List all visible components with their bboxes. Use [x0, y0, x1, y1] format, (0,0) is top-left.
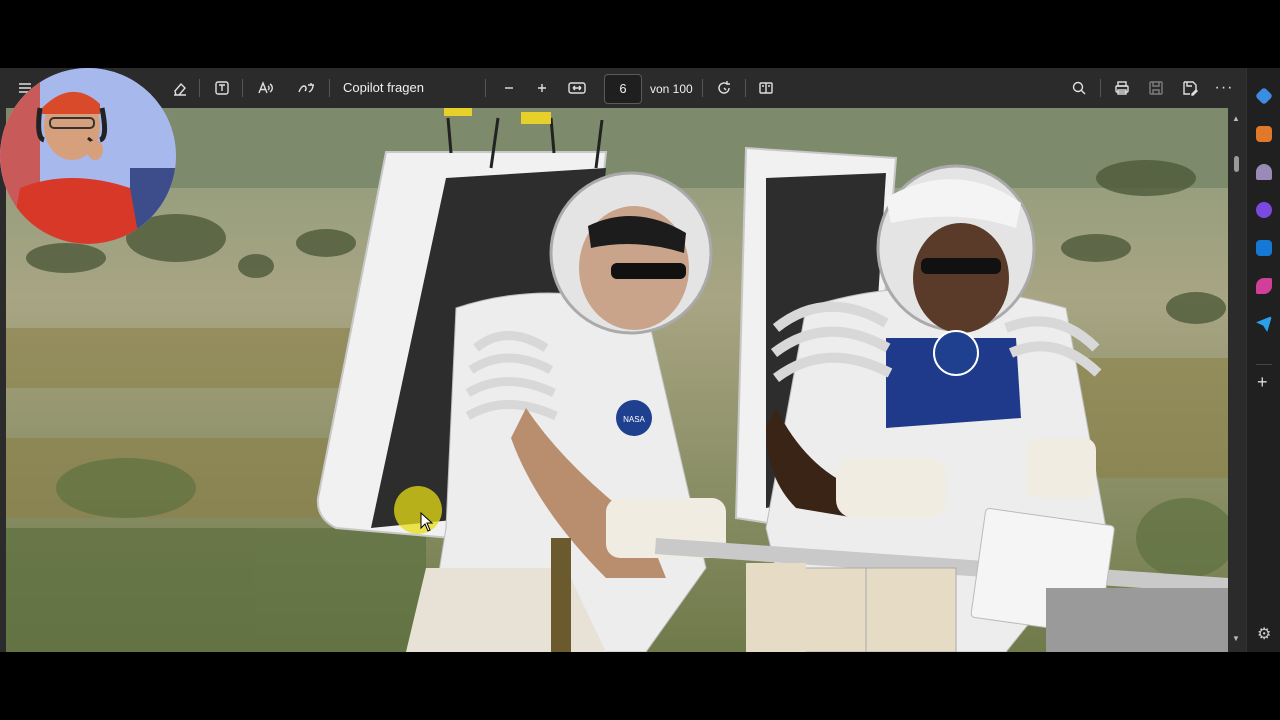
astronauts-photo: NASA	[6, 108, 1228, 652]
tag-icon[interactable]	[1254, 86, 1274, 106]
webcam-overlay	[0, 68, 176, 244]
nasa-badge-text: NASA	[623, 415, 645, 424]
mouse-cursor-icon	[420, 512, 434, 532]
toolbar-divider	[242, 79, 243, 97]
pdf-viewer-window: Copilot fragen 6 von 100 ··· NASA ▲ ▼ + …	[0, 68, 1280, 652]
eraser-icon[interactable]	[168, 74, 192, 102]
translate-icon[interactable]	[295, 74, 319, 102]
page-view-icon[interactable]	[754, 74, 778, 102]
send-icon[interactable]	[1256, 316, 1272, 332]
page-count-label: von 100	[650, 82, 693, 96]
pdf-toolbar: Copilot fragen 6 von 100 ···	[0, 68, 1246, 108]
fit-width-icon[interactable]	[565, 74, 589, 102]
text-box-icon[interactable]	[210, 74, 234, 102]
page-number-input[interactable]: 6	[604, 74, 642, 104]
chess-icon[interactable]	[1256, 164, 1272, 180]
scroll-down-icon[interactable]: ▼	[1232, 634, 1240, 643]
save-as-icon[interactable]	[1178, 74, 1202, 102]
ask-copilot-button[interactable]: Copilot fragen	[343, 80, 424, 95]
print-icon[interactable]	[1110, 74, 1134, 102]
rotate-icon[interactable]	[712, 74, 736, 102]
search-icon[interactable]	[1067, 74, 1091, 102]
vertical-scrollbar[interactable]: ▲ ▼	[1229, 108, 1245, 652]
toolbar-divider	[702, 79, 703, 97]
presenter-avatar	[0, 68, 176, 244]
pdf-page-image: NASA	[6, 108, 1228, 652]
add-icon[interactable]: +	[1257, 372, 1268, 393]
more-icon[interactable]: ···	[1212, 74, 1236, 102]
browser-sidebar: + ⚙	[1246, 68, 1280, 652]
toolbar-divider	[485, 79, 486, 97]
paint-icon[interactable]	[1256, 278, 1272, 294]
scrollbar-thumb[interactable]	[1234, 156, 1239, 172]
sidebar-divider	[1256, 364, 1272, 365]
scroll-up-icon[interactable]: ▲	[1232, 114, 1240, 123]
briefcase-icon[interactable]	[1256, 126, 1272, 142]
copilot-icon[interactable]	[1256, 202, 1272, 218]
outlook-icon[interactable]	[1256, 240, 1272, 256]
toolbar-divider	[329, 79, 330, 97]
save-icon[interactable]	[1144, 74, 1168, 102]
click-highlight	[394, 486, 442, 534]
settings-icon[interactable]: ⚙	[1257, 624, 1271, 644]
toolbar-divider	[1100, 79, 1101, 97]
toolbar-divider	[199, 79, 200, 97]
toolbar-divider	[745, 79, 746, 97]
read-aloud-icon[interactable]	[253, 74, 277, 102]
zoom-in-icon[interactable]	[530, 74, 554, 102]
zoom-out-icon[interactable]	[497, 74, 521, 102]
